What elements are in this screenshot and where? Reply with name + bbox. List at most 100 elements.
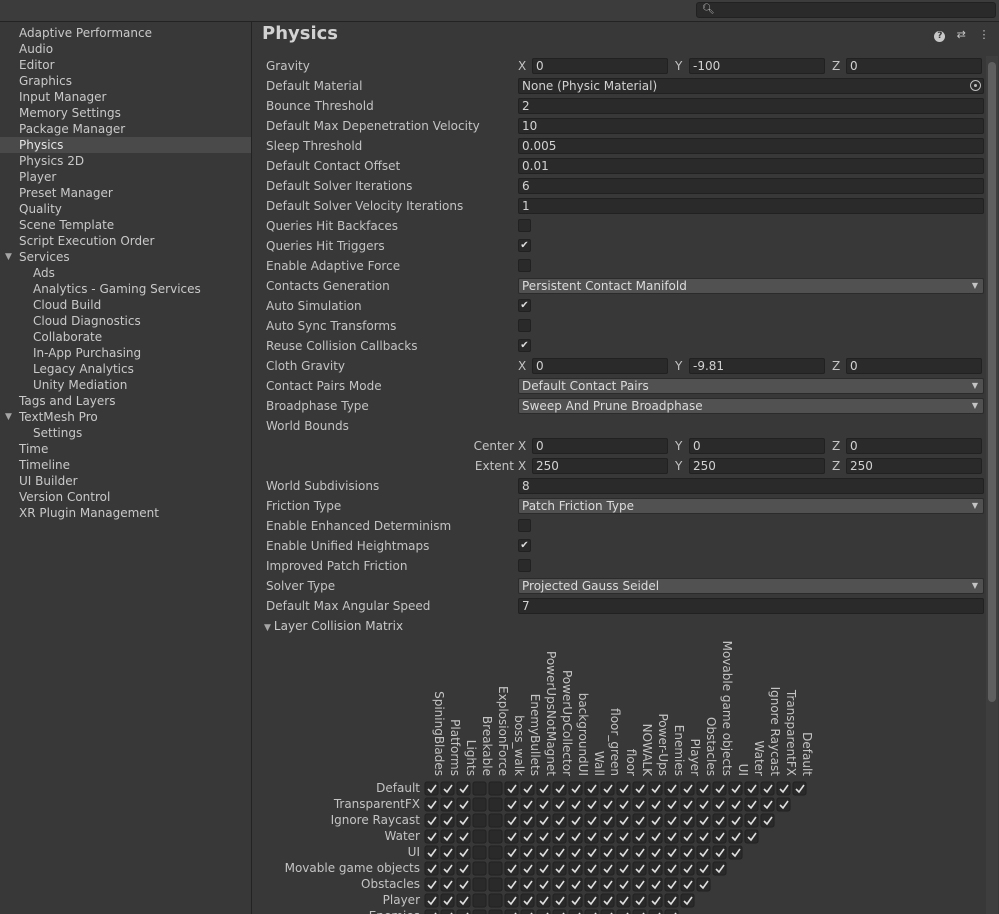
matrix-checkbox[interactable] — [568, 829, 583, 844]
matrix-checkbox[interactable] — [616, 845, 631, 860]
matrix-checkbox[interactable] — [728, 829, 743, 844]
matrix-checkbox[interactable] — [664, 781, 679, 796]
matrix-checkbox[interactable] — [456, 813, 471, 828]
matrix-checkbox[interactable] — [424, 845, 439, 860]
matrix-checkbox[interactable] — [488, 909, 503, 914]
matrix-checkbox[interactable] — [536, 845, 551, 860]
matrix-checkbox[interactable] — [488, 813, 503, 828]
matrix-checkbox[interactable] — [584, 829, 599, 844]
matrix-checkbox[interactable] — [632, 893, 647, 908]
matrix-checkbox[interactable] — [680, 829, 695, 844]
matrix-checkbox[interactable] — [552, 813, 567, 828]
matrix-checkbox[interactable] — [504, 877, 519, 892]
matrix-checkbox[interactable] — [600, 877, 615, 892]
matrix-checkbox[interactable] — [600, 893, 615, 908]
matrix-checkbox[interactable] — [616, 893, 631, 908]
matrix-checkbox[interactable] — [664, 797, 679, 812]
sidebar-item-ads[interactable]: Ads — [0, 265, 251, 281]
matrix-checkbox[interactable] — [520, 829, 535, 844]
matrix-checkbox[interactable] — [568, 877, 583, 892]
matrix-checkbox[interactable] — [664, 861, 679, 876]
matrix-checkbox[interactable] — [504, 797, 519, 812]
matrix-checkbox[interactable] — [552, 845, 567, 860]
matrix-checkbox[interactable] — [664, 893, 679, 908]
matrix-checkbox[interactable] — [632, 845, 647, 860]
matrix-checkbox[interactable] — [456, 797, 471, 812]
matrix-checkbox[interactable] — [712, 781, 727, 796]
matrix-checkbox[interactable] — [504, 781, 519, 796]
matrix-checkbox[interactable] — [536, 781, 551, 796]
matrix-checkbox[interactable] — [440, 813, 455, 828]
matrix-checkbox[interactable] — [680, 781, 695, 796]
sidebar-item-analytics-gaming-services[interactable]: Analytics - Gaming Services — [0, 281, 251, 297]
sidebar-item-preset-manager[interactable]: Preset Manager — [0, 185, 251, 201]
sidebar-item-ui-builder[interactable]: UI Builder — [0, 473, 251, 489]
sidebar-item-player[interactable]: Player — [0, 169, 251, 185]
sidebar-item-xr-plugin-management[interactable]: XR Plugin Management — [0, 505, 251, 521]
matrix-checkbox[interactable] — [552, 877, 567, 892]
sidebar-item-collaborate[interactable]: Collaborate — [0, 329, 251, 345]
matrix-checkbox[interactable] — [728, 845, 743, 860]
matrix-checkbox[interactable] — [744, 781, 759, 796]
matrix-checkbox[interactable] — [472, 781, 487, 796]
matrix-checkbox[interactable] — [632, 813, 647, 828]
sidebar-item-memory-settings[interactable]: Memory Settings — [0, 105, 251, 121]
sidebar-item-input-manager[interactable]: Input Manager — [0, 89, 251, 105]
scrollbar[interactable] — [986, 56, 998, 914]
sidebar-item-package-manager[interactable]: Package Manager — [0, 121, 251, 137]
matrix-checkbox[interactable] — [488, 829, 503, 844]
matrix-checkbox[interactable] — [552, 797, 567, 812]
matrix-checkbox[interactable] — [760, 781, 775, 796]
matrix-checkbox[interactable] — [584, 797, 599, 812]
matrix-checkbox[interactable] — [696, 813, 711, 828]
matrix-checkbox[interactable] — [456, 845, 471, 860]
matrix-checkbox[interactable] — [584, 781, 599, 796]
matrix-checkbox[interactable] — [760, 813, 775, 828]
matrix-checkbox[interactable] — [632, 829, 647, 844]
matrix-checkbox[interactable] — [648, 829, 663, 844]
sidebar-item-cloud-build[interactable]: Cloud Build — [0, 297, 251, 313]
sidebar-item-physics[interactable]: Physics — [0, 137, 251, 153]
matrix-checkbox[interactable] — [632, 861, 647, 876]
matrix-checkbox[interactable] — [632, 877, 647, 892]
matrix-checkbox[interactable] — [584, 877, 599, 892]
matrix-checkbox[interactable] — [712, 845, 727, 860]
sidebar-item-tags-and-layers[interactable]: Tags and Layers — [0, 393, 251, 409]
matrix-checkbox[interactable] — [600, 797, 615, 812]
matrix-checkbox[interactable] — [648, 845, 663, 860]
matrix-checkbox[interactable] — [648, 797, 663, 812]
sidebar-item-cloud-diagnostics[interactable]: Cloud Diagnostics — [0, 313, 251, 329]
matrix-checkbox[interactable] — [744, 813, 759, 828]
matrix-checkbox[interactable] — [776, 781, 791, 796]
matrix-checkbox[interactable] — [552, 893, 567, 908]
matrix-checkbox[interactable] — [456, 893, 471, 908]
matrix-checkbox[interactable] — [584, 861, 599, 876]
matrix-checkbox[interactable] — [616, 813, 631, 828]
matrix-checkbox[interactable] — [456, 829, 471, 844]
matrix-checkbox[interactable] — [776, 797, 791, 812]
matrix-checkbox[interactable] — [616, 861, 631, 876]
matrix-checkbox[interactable] — [744, 829, 759, 844]
matrix-checkbox[interactable] — [712, 861, 727, 876]
matrix-checkbox[interactable] — [568, 797, 583, 812]
matrix-checkbox[interactable] — [712, 813, 727, 828]
matrix-checkbox[interactable] — [456, 861, 471, 876]
matrix-checkbox[interactable] — [648, 813, 663, 828]
matrix-checkbox[interactable] — [456, 877, 471, 892]
matrix-checkbox[interactable] — [648, 877, 663, 892]
matrix-checkbox[interactable] — [568, 861, 583, 876]
sidebar-item-version-control[interactable]: Version Control — [0, 489, 251, 505]
matrix-checkbox[interactable] — [696, 877, 711, 892]
matrix-checkbox[interactable] — [472, 877, 487, 892]
matrix-checkbox[interactable] — [520, 845, 535, 860]
matrix-checkbox[interactable] — [504, 813, 519, 828]
matrix-checkbox[interactable] — [488, 877, 503, 892]
matrix-checkbox[interactable] — [520, 893, 535, 908]
scrollbar-thumb[interactable] — [988, 62, 996, 702]
sidebar-item-unity-mediation[interactable]: Unity Mediation — [0, 377, 251, 393]
matrix-checkbox[interactable] — [520, 781, 535, 796]
matrix-checkbox[interactable] — [712, 797, 727, 812]
matrix-checkbox[interactable] — [600, 861, 615, 876]
matrix-checkbox[interactable] — [680, 861, 695, 876]
matrix-checkbox[interactable] — [696, 829, 711, 844]
